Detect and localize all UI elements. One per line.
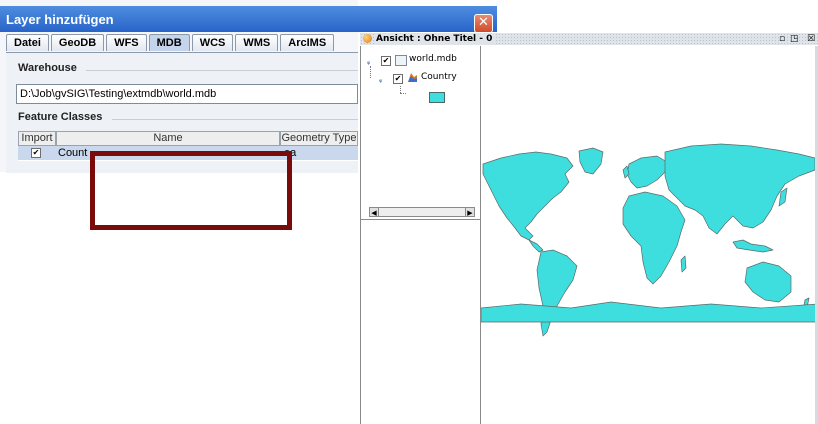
landmass-australia — [744, 261, 792, 303]
world-map — [481, 143, 818, 337]
tab-datei[interactable]: Datei — [6, 34, 49, 51]
column-header-import[interactable]: Import — [18, 131, 56, 146]
section-divider — [86, 70, 358, 71]
tab-wms[interactable]: WMS — [235, 34, 279, 51]
scroll-left-icon[interactable]: ◀ — [369, 207, 379, 217]
toc-divider — [360, 219, 480, 220]
tree-expand-icon[interactable]: ᵩ — [367, 58, 370, 66]
tree-line — [400, 86, 401, 93]
toc-item-label[interactable]: Country — [421, 72, 457, 83]
tab-arcims[interactable]: ArcIMS — [280, 34, 335, 51]
dialog-title: Layer hinzufügen — [6, 12, 114, 27]
view-close-button[interactable]: ☒ — [807, 33, 815, 45]
highlight-annotation-box — [90, 151, 292, 230]
landmass-north-america — [482, 151, 574, 241]
view-title: Ansicht : Ohne Titel - 0 — [376, 33, 495, 45]
view-maximize-button[interactable]: ◳ — [790, 33, 799, 45]
scroll-right-icon[interactable]: ▶ — [465, 207, 475, 217]
polygon-layer-icon — [407, 72, 418, 82]
country-checkbox[interactable]: ✔ — [393, 74, 403, 84]
import-checkbox[interactable]: ✔ — [31, 148, 41, 158]
add-layer-dialog: Layer hinzufügen ✕ Datei GeoDB WFS MDB W… — [0, 0, 497, 173]
world-mdb-checkbox[interactable]: ✔ — [381, 56, 391, 66]
tab-geodb[interactable]: GeoDB — [50, 34, 105, 51]
tab-bar: Datei GeoDB WFS MDB WCS WMS ArcIMS — [6, 34, 336, 52]
tree-line — [370, 66, 371, 78]
landmass-antarctica — [481, 301, 818, 323]
warehouse-path-field[interactable]: D:\Job\gvSIG\Testing\extmdb\world.mdb — [16, 84, 358, 104]
landmass-asia — [664, 143, 816, 235]
column-header-name[interactable]: Name — [56, 131, 280, 146]
view-titlebar[interactable]: Ansicht : Ohne Titel - 0 ▫ ◳ ☒ — [360, 33, 818, 45]
toc-item-label[interactable]: world.mdb — [409, 54, 457, 65]
legend-swatch — [429, 92, 445, 103]
landmass-madagascar — [680, 255, 687, 273]
dialog-close-button[interactable]: ✕ — [474, 14, 493, 33]
landmass-central-america — [528, 239, 544, 253]
landmass-indonesia — [732, 239, 774, 253]
view-minimize-button[interactable]: ▫ — [779, 33, 785, 45]
tab-wcs[interactable]: WCS — [191, 34, 234, 51]
tree-expand-icon[interactable]: ᵩ — [379, 76, 382, 84]
warehouse-label: Warehouse — [18, 62, 77, 74]
tab-mdb[interactable]: MDB — [148, 34, 190, 51]
table-of-contents: ᵩ ✔ world.mdb ᵩ ✔ Country — [360, 46, 481, 424]
landmass-south-america — [536, 249, 578, 337]
toc-horizontal-scrollbar[interactable]: ◀ ▶ — [369, 207, 475, 217]
tab-wfs[interactable]: WFS — [106, 34, 147, 51]
map-canvas[interactable] — [481, 46, 818, 424]
tree-line — [400, 93, 406, 94]
dialog-titlebar[interactable]: Layer hinzufügen ✕ — [0, 6, 497, 33]
landmass-greenland — [578, 147, 604, 175]
section-divider — [112, 119, 358, 120]
landmass-europe — [626, 155, 668, 189]
feature-class-geometry-type: ea — [284, 147, 297, 159]
feature-classes-label: Feature Classes — [18, 111, 103, 123]
database-icon — [395, 55, 407, 66]
landmass-africa — [622, 191, 686, 285]
view-icon — [363, 34, 372, 43]
column-header-geometry-type[interactable]: Geometry Type — [280, 131, 358, 146]
